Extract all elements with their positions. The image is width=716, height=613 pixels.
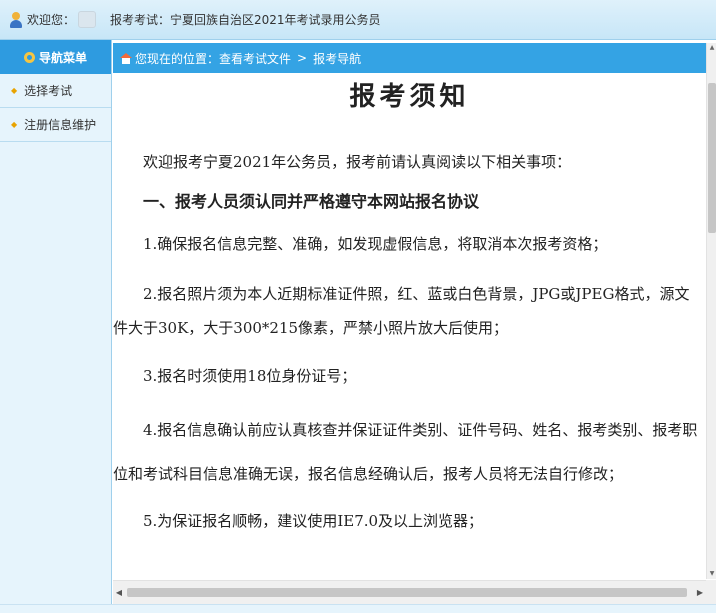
breadcrumb-current: 报考导航: [313, 51, 362, 66]
section-heading: 一、报考人员须认同并严格遵守本网站报名协议: [143, 192, 480, 211]
scrollbar-corner: [706, 580, 716, 604]
breadcrumb-prefix[interactable]: 您现在的位置：查看考试文件: [135, 50, 291, 67]
sidebar-item-label: 选择考试: [24, 84, 73, 98]
breadcrumb: 您现在的位置：查看考试文件 > 报考导航: [113, 43, 706, 73]
notice-item-5: 5.为保证报名顺畅，建议使用IE7.0及以上浏览器；: [143, 512, 484, 530]
intro-paragraph: 欢迎报考宁夏2021年公务员，报考前请认真阅读以下相关事项：: [143, 153, 572, 171]
notice-item-3: 3.报名时须使用18位身份证号；: [143, 367, 357, 385]
vertical-scrollbar[interactable]: ▲ ▼: [706, 43, 716, 579]
top-bar: 欢迎您： 报考考试：宁夏回族自治区2021年考试录用公务员: [0, 0, 716, 40]
horizontal-scrollbar[interactable]: ◀ ▶: [113, 580, 706, 604]
scroll-left-icon[interactable]: ◀: [113, 581, 125, 605]
user-icon: [9, 11, 23, 28]
sidebar-item-select-exam[interactable]: ◆ 选择考试: [0, 74, 111, 108]
notice-item-4: 4.报名信息确认前应认真核查并保证证件类别、证件号码、姓名、报考类别、报考职位和…: [113, 421, 698, 483]
sidebar: 导航菜单 ◆ 选择考试 ◆ 注册信息维护: [0, 40, 112, 613]
notice-item-1: 1.确保报名信息完整、准确，如发现虚假信息，将取消本次报考资格；: [143, 235, 608, 253]
sidebar-item-registration-info[interactable]: ◆ 注册信息维护: [0, 108, 111, 142]
notice-item-2: 2.报名照片须为本人近期标准证件照，红、蓝或白色背景，JPG或JPEG格式，源文…: [113, 285, 690, 337]
home-icon: [120, 52, 132, 64]
welcome-label: 欢迎您：: [27, 13, 76, 27]
scroll-up-icon[interactable]: ▲: [708, 43, 716, 53]
exam-title: 报考考试：宁夏回族自治区2021年考试录用公务员: [110, 13, 381, 27]
scroll-right-icon[interactable]: ▶: [694, 581, 706, 605]
arrow-bullet-icon: ◆: [11, 86, 18, 95]
nav-menu-header: 导航菜单: [0, 40, 111, 74]
nav-menu-title: 导航菜单: [38, 50, 87, 65]
scroll-down-icon[interactable]: ▼: [708, 569, 716, 579]
page-title: 报考须知: [349, 82, 470, 112]
user-name-badge: [78, 11, 97, 28]
vertical-scroll-thumb[interactable]: [708, 83, 716, 233]
bottom-strip: [0, 604, 716, 613]
sidebar-item-label: 注册信息维护: [24, 118, 97, 132]
content-area: 报考须知 欢迎报考宁夏2021年公务员，报考前请认真阅读以下相关事项： 一、报考…: [113, 73, 706, 579]
horizontal-scroll-thumb[interactable]: [127, 588, 687, 597]
breadcrumb-separator: >: [297, 51, 308, 65]
arrow-bullet-icon: ◆: [11, 120, 18, 129]
nav-menu-icon: [23, 51, 35, 63]
